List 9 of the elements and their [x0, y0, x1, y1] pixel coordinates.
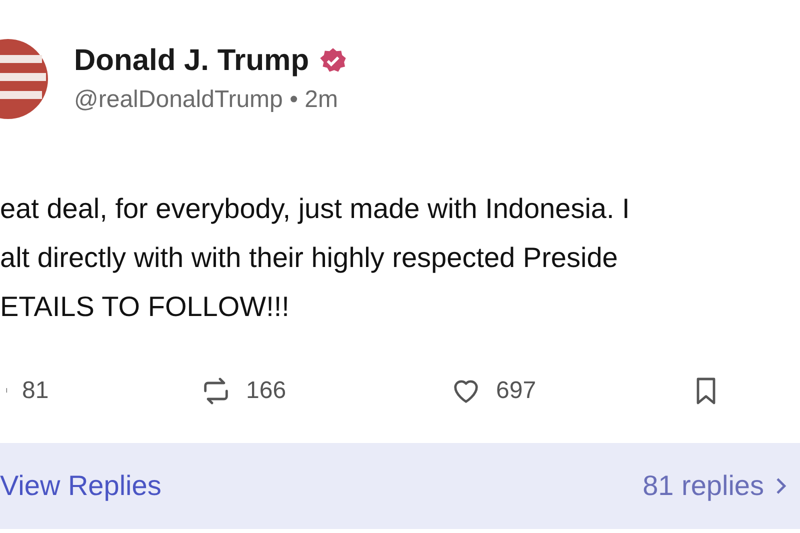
view-replies-link[interactable]: View Replies — [0, 470, 162, 502]
post-text: eat deal, for everybody, just made with Indonesia. I alt directly with with their highly respected Preside ETAILS TO FOLLOW!!! — [0, 192, 631, 324]
like-count: 697 — [496, 377, 536, 405]
avatar[interactable] — [0, 37, 48, 121]
replies-count: 81 replies — [642, 470, 764, 502]
author-handle[interactable]: @realDonaldTrump • 2m — [74, 86, 348, 114]
reply-count: 81 — [22, 377, 49, 405]
repost-count: 166 — [246, 377, 286, 405]
author-name: Donald J. Trump — [74, 44, 310, 78]
